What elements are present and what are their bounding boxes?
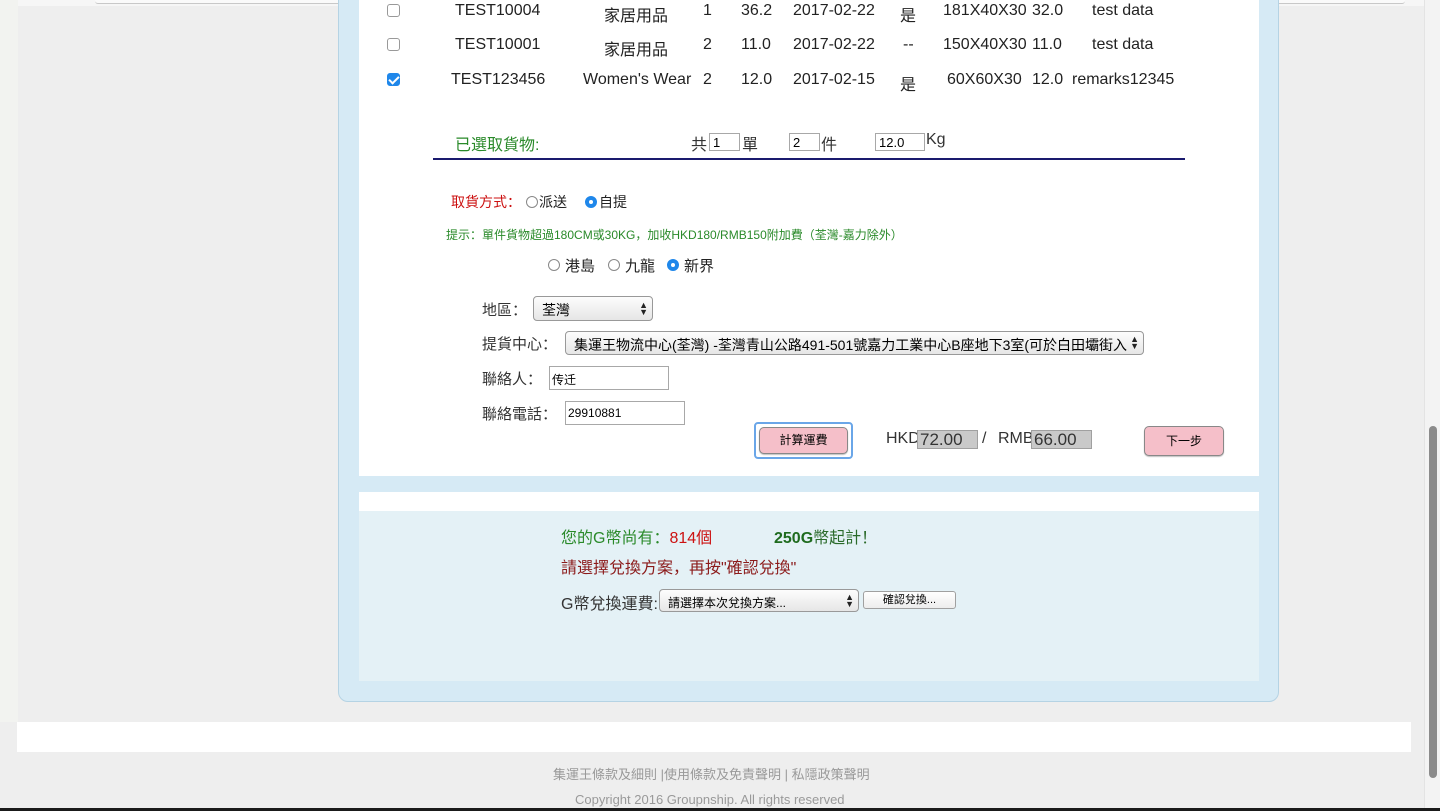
row-charge-weight: 32.0: [1032, 2, 1064, 19]
surcharge-hint: 提示：單件貨物超過180CM或30KG，加收HKD180/RMB150附加費（荃…: [446, 228, 903, 242]
gcoin-minimum-text: 幣起計！: [813, 530, 878, 547]
row-remarks: test data: [1092, 2, 1154, 19]
gcoin-exchange-label: G幣兌換運費:: [561, 596, 658, 613]
select-arrows-icon: ▲ ▼: [1130, 334, 1139, 351]
row-date: 2017-02-22: [793, 2, 875, 19]
pickup-center-label: 提貨中心：: [482, 336, 558, 353]
select-arrows-icon: ▲ ▼: [639, 299, 648, 317]
region-hk-label: 港島: [565, 258, 596, 275]
delivery-radio[interactable]: [526, 196, 538, 208]
pieces-unit: 件: [821, 137, 838, 154]
row-dims: 60X60X30: [947, 71, 1022, 88]
rmb-label: RMB: [998, 430, 1034, 447]
region-nt-radio-selected[interactable]: [667, 259, 679, 271]
row-flag: --: [903, 36, 914, 53]
row-flag: 是: [900, 77, 917, 94]
row-checkbox[interactable]: [387, 38, 400, 51]
row-date: 2017-02-15: [793, 71, 875, 88]
row-flag: 是: [900, 8, 917, 25]
row-remarks: remarks12345: [1072, 71, 1175, 88]
footer-separator: |: [657, 767, 665, 782]
region-hk-radio[interactable]: [548, 259, 560, 271]
rmb-amount: 66.00: [1031, 430, 1092, 449]
row-category: 家居用品: [604, 8, 669, 25]
contact-input[interactable]: 传迁: [549, 366, 669, 390]
pickup-center-value: 集運王物流中心(荃灣) -荃灣青山公路491-501號嘉力工業中心B座地下3室(…: [574, 337, 1128, 353]
pickup-center-select[interactable]: 集運王物流中心(荃灣) -荃灣青山公路491-501號嘉力工業中心B座地下3室(…: [565, 331, 1144, 355]
gcoin-minimum: 250G幣起計！: [774, 524, 877, 548]
gcoin-balance-row: 您的G幣尚有：814個: [561, 524, 712, 548]
selected-goods-label: 已選取貨物:: [455, 137, 540, 154]
row-qty: 2: [703, 36, 712, 53]
weight-total-field[interactable]: 12.0: [875, 133, 925, 151]
gcoin-plan-placeholder: 請選擇本次兌換方案...: [668, 596, 787, 610]
row-category: 家居用品: [604, 42, 669, 59]
district-label: 地區：: [482, 302, 528, 319]
contact-label: 聯絡人：: [482, 371, 543, 388]
row-dims: 150X40X30: [943, 36, 1027, 53]
gcoin-plan-select[interactable]: 請選擇本次兌換方案... ▲ ▼: [659, 589, 859, 612]
summary-divider: [433, 158, 1185, 160]
row-id: TEST10001: [455, 36, 541, 53]
footer-copyright: Copyright 2016 Groupnship. All rights re…: [575, 792, 845, 807]
region-kln-radio[interactable]: [608, 259, 620, 271]
weight-unit: Kg: [926, 131, 946, 148]
row-date: 2017-02-22: [793, 36, 875, 53]
hkd-amount: 72.00: [917, 430, 978, 449]
phone-input[interactable]: 29910881: [565, 401, 685, 425]
region-nt-label: 新界: [684, 258, 715, 275]
left-margin: [0, 0, 18, 722]
district-select[interactable]: 荃灣 ▲ ▼: [533, 296, 653, 321]
row-id: TEST123456: [451, 71, 546, 88]
footer-link-usage[interactable]: 使用條款及免責聲明: [664, 767, 781, 782]
self-pickup-option-label: 自提: [599, 194, 627, 210]
orders-unit: 單: [742, 137, 759, 154]
gcoin-balance-prefix: 您的G幣尚有：: [561, 530, 670, 547]
scrollbar-thumb[interactable]: [1429, 426, 1437, 778]
calculate-shipping-button[interactable]: 計算運費: [759, 427, 848, 454]
region-kln-label: 九龍: [625, 258, 656, 275]
next-step-button[interactable]: 下一步: [1144, 426, 1224, 456]
row-qty: 2: [703, 71, 712, 88]
footer-separator: |: [781, 767, 792, 782]
gcoin-balance-value: 814個: [669, 530, 713, 547]
vertical-scrollbar[interactable]: [1424, 0, 1440, 811]
district-select-value: 荃灣: [542, 302, 570, 318]
row-qty: 1: [703, 2, 712, 19]
hkd-label: HKD: [886, 430, 920, 447]
section-divider: [359, 492, 1259, 511]
delivery-option-label: 派送: [539, 194, 567, 210]
confirm-exchange-button[interactable]: 確認兌換...: [863, 591, 956, 609]
row-category: Women's Wear: [583, 71, 692, 88]
row-checkbox-checked[interactable]: [387, 73, 400, 86]
total-prefix: 共: [691, 137, 708, 154]
row-weight: 36.2: [741, 2, 773, 19]
footer-link-privacy[interactable]: 私隱政策聲明: [792, 767, 870, 782]
gcoin-minimum-amount: 250G: [774, 530, 814, 547]
row-id: TEST10004: [455, 2, 541, 19]
currency-separator: /: [982, 430, 987, 447]
row-checkbox[interactable]: [387, 4, 400, 17]
footer-bar: [17, 722, 1411, 752]
row-charge-weight: 11.0: [1032, 36, 1062, 53]
footer-links: 集運王條款及細則 |使用條款及免責聲明 | 私隱政策聲明: [553, 764, 870, 783]
row-weight: 11.0: [741, 36, 771, 53]
row-dims: 181X40X30: [943, 2, 1027, 19]
select-arrows-icon: ▲ ▼: [845, 591, 854, 609]
orders-count-field[interactable]: 1: [709, 133, 740, 151]
self-pickup-radio-selected[interactable]: [585, 196, 597, 208]
row-charge-weight: 12.0: [1032, 71, 1064, 88]
row-remarks: test data: [1092, 36, 1154, 53]
pieces-count-field[interactable]: 2: [789, 133, 820, 151]
pickup-method-label: 取貨方式：: [451, 194, 521, 210]
row-weight: 12.0: [741, 71, 773, 88]
gcoin-instruction: 請選擇兌換方案，再按"確認兌換": [561, 560, 797, 577]
footer-link-terms[interactable]: 集運王條款及細則: [553, 767, 657, 782]
phone-label: 聯絡電話：: [482, 406, 558, 423]
